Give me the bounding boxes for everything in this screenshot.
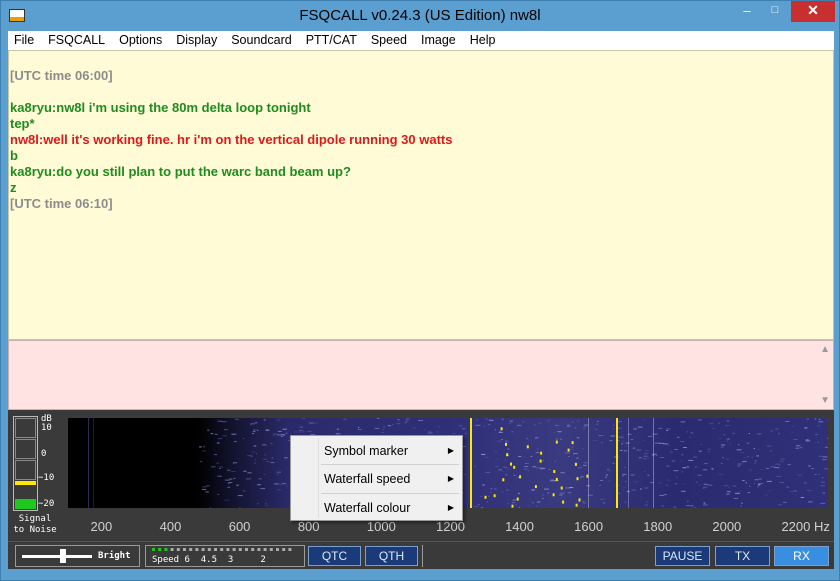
frequency-tick: 2200 Hz bbox=[781, 519, 830, 534]
chevron-right-icon: ▶ bbox=[447, 474, 454, 483]
meter-tick: 0 bbox=[41, 449, 47, 459]
signal-level-bar bbox=[15, 499, 36, 509]
minimize-icon[interactable]: – bbox=[733, 1, 761, 22]
frequency-tick: 600 bbox=[228, 519, 251, 534]
speed-indicator bbox=[152, 548, 292, 551]
scroll-up-icon[interactable]: ▲ bbox=[820, 344, 830, 355]
tx-button[interactable]: TX bbox=[715, 546, 770, 566]
app-window: FSQCALL v0.24.3 (US Edition) nw8l – □ ✕ … bbox=[0, 0, 840, 581]
menu-soundcard[interactable]: Soundcard bbox=[224, 31, 298, 50]
frequency-tick: 2000 bbox=[712, 519, 742, 534]
menu-image[interactable]: Image bbox=[414, 31, 463, 50]
meter-tick: 10 bbox=[41, 423, 52, 433]
signal-meter bbox=[13, 416, 38, 511]
chevron-right-icon: ▶ bbox=[447, 503, 454, 512]
frequency-tick: 1000 bbox=[366, 519, 396, 534]
signal-level-marker bbox=[15, 481, 36, 485]
meter-tick: −10 bbox=[38, 473, 55, 483]
chat-line: [UTC time 06:10] bbox=[10, 196, 113, 211]
brightness-label: Bright bbox=[98, 551, 131, 561]
brightness-slider-thumb[interactable] bbox=[60, 549, 66, 563]
menu-display[interactable]: Display bbox=[169, 31, 224, 50]
frequency-tick: 1600 bbox=[574, 519, 604, 534]
receive-text-area[interactable]: [UTC time 06:00] ka8ryu:nw8l i'm using t… bbox=[8, 50, 834, 340]
menu-help[interactable]: Help bbox=[463, 31, 503, 50]
frequency-tick: 400 bbox=[159, 519, 182, 534]
menu-bar: File FSQCALL Options Display Soundcard P… bbox=[8, 31, 834, 50]
waterfall-context-menu: Symbol marker ▶ Waterfall speed ▶ Waterf… bbox=[290, 435, 463, 521]
speed-control[interactable]: Speed 6 4.5 3 2 bbox=[145, 545, 305, 567]
chat-line: tep* bbox=[10, 116, 35, 131]
menu-item-waterfall-speed[interactable]: Waterfall speed ▶ bbox=[324, 468, 460, 490]
scroll-down-icon[interactable]: ▼ bbox=[820, 395, 830, 406]
frequency-tick: 200 bbox=[90, 519, 113, 534]
chat-line: ka8ryu:do you still plan to put the warc… bbox=[10, 164, 351, 179]
chat-line: [UTC time 06:00] bbox=[10, 68, 113, 83]
frequency-tick: 1800 bbox=[643, 519, 673, 534]
menu-item-symbol-marker[interactable]: Symbol marker ▶ bbox=[324, 440, 460, 462]
chat-line: nw8l:well it's working fine. hr i'm on t… bbox=[10, 132, 453, 147]
menu-speed[interactable]: Speed bbox=[364, 31, 414, 50]
maximize-icon[interactable]: □ bbox=[761, 1, 789, 22]
frequency-tick: 1200 bbox=[436, 519, 465, 534]
signal-to-noise-label: Signal to Noise bbox=[13, 514, 57, 535]
chevron-right-icon: ▶ bbox=[447, 446, 454, 455]
menu-ptt-cat[interactable]: PTT/CAT bbox=[299, 31, 364, 50]
frequency-tick: 1400 bbox=[505, 519, 534, 534]
chat-line: z bbox=[10, 180, 17, 195]
menu-item-waterfall-colour[interactable]: Waterfall colour ▶ bbox=[324, 497, 460, 519]
chat-line: b bbox=[10, 148, 18, 163]
menu-fsqcall[interactable]: FSQCALL bbox=[41, 31, 112, 50]
frequency-tick: 800 bbox=[297, 519, 320, 534]
menu-options[interactable]: Options bbox=[112, 31, 169, 50]
speed-label: Speed 6 4.5 3 2 bbox=[152, 555, 266, 565]
brightness-slider-track[interactable] bbox=[22, 555, 92, 558]
status-bar: Bright Speed 6 4.5 3 2 QTC QTH PAUSE TX … bbox=[8, 541, 834, 569]
transmit-text-area[interactable]: ▲ ▼ bbox=[8, 340, 834, 410]
status-divider bbox=[422, 545, 423, 567]
meter-tick: −20 bbox=[38, 499, 55, 509]
close-icon[interactable]: ✕ bbox=[791, 1, 835, 22]
chat-line: ka8ryu:nw8l i'm using the 80m delta loop… bbox=[10, 100, 311, 115]
window-title: FSQCALL v0.24.3 (US Edition) nw8l bbox=[299, 7, 541, 24]
qth-button[interactable]: QTH bbox=[365, 546, 418, 566]
qtc-button[interactable]: QTC bbox=[308, 546, 361, 566]
brightness-control: Bright bbox=[15, 545, 140, 567]
title-bar[interactable]: FSQCALL v0.24.3 (US Edition) nw8l – □ ✕ bbox=[1, 1, 839, 31]
rx-button[interactable]: RX bbox=[774, 546, 829, 566]
menu-file[interactable]: File bbox=[8, 31, 41, 50]
pause-button[interactable]: PAUSE bbox=[655, 546, 710, 566]
